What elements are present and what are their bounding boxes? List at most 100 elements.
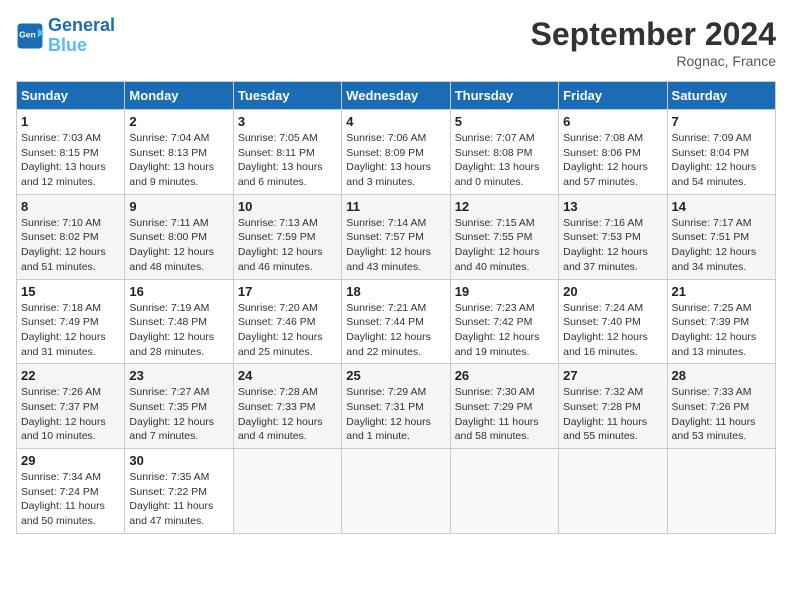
day-info: Sunrise: 7:28 AM Sunset: 7:33 PM Dayligh… [238, 385, 337, 444]
calendar-cell: 8 Sunrise: 7:10 AM Sunset: 8:02 PM Dayli… [17, 194, 125, 279]
calendar-cell: 23 Sunrise: 7:27 AM Sunset: 7:35 PM Dayl… [125, 364, 233, 449]
calendar-cell: 9 Sunrise: 7:11 AM Sunset: 8:00 PM Dayli… [125, 194, 233, 279]
day-info: Sunrise: 7:32 AM Sunset: 7:28 PM Dayligh… [563, 385, 662, 444]
day-info: Sunrise: 7:03 AM Sunset: 8:15 PM Dayligh… [21, 131, 120, 190]
calendar-cell: 14 Sunrise: 7:17 AM Sunset: 7:51 PM Dayl… [667, 194, 775, 279]
day-number: 26 [455, 368, 554, 383]
calendar-cell: 20 Sunrise: 7:24 AM Sunset: 7:40 PM Dayl… [559, 279, 667, 364]
day-info: Sunrise: 7:11 AM Sunset: 8:00 PM Dayligh… [129, 216, 228, 275]
day-number: 24 [238, 368, 337, 383]
calendar-cell: 2 Sunrise: 7:04 AM Sunset: 8:13 PM Dayli… [125, 110, 233, 195]
day-number: 16 [129, 284, 228, 299]
calendar-cell: 19 Sunrise: 7:23 AM Sunset: 7:42 PM Dayl… [450, 279, 558, 364]
day-number: 8 [21, 199, 120, 214]
day-number: 21 [672, 284, 771, 299]
calendar-body: 1 Sunrise: 7:03 AM Sunset: 8:15 PM Dayli… [17, 110, 776, 534]
day-info: Sunrise: 7:18 AM Sunset: 7:49 PM Dayligh… [21, 301, 120, 360]
calendar-cell: 26 Sunrise: 7:30 AM Sunset: 7:29 PM Dayl… [450, 364, 558, 449]
day-number: 14 [672, 199, 771, 214]
logo-line1: General [48, 15, 115, 35]
calendar-cell: 11 Sunrise: 7:14 AM Sunset: 7:57 PM Dayl… [342, 194, 450, 279]
calendar-cell [559, 449, 667, 534]
calendar-cell: 17 Sunrise: 7:20 AM Sunset: 7:46 PM Dayl… [233, 279, 341, 364]
svg-text:Gen: Gen [19, 29, 36, 39]
day-info: Sunrise: 7:23 AM Sunset: 7:42 PM Dayligh… [455, 301, 554, 360]
title-block: September 2024 Rognac, France [531, 16, 776, 69]
day-number: 20 [563, 284, 662, 299]
col-friday: Friday [559, 82, 667, 110]
day-info: Sunrise: 7:30 AM Sunset: 7:29 PM Dayligh… [455, 385, 554, 444]
day-number: 10 [238, 199, 337, 214]
calendar-week-row: 8 Sunrise: 7:10 AM Sunset: 8:02 PM Dayli… [17, 194, 776, 279]
calendar-cell: 7 Sunrise: 7:09 AM Sunset: 8:04 PM Dayli… [667, 110, 775, 195]
day-info: Sunrise: 7:13 AM Sunset: 7:59 PM Dayligh… [238, 216, 337, 275]
logo: Gen General Blue [16, 16, 115, 56]
calendar-cell: 30 Sunrise: 7:35 AM Sunset: 7:22 PM Dayl… [125, 449, 233, 534]
calendar-table: Sunday Monday Tuesday Wednesday Thursday… [16, 81, 776, 534]
day-info: Sunrise: 7:33 AM Sunset: 7:26 PM Dayligh… [672, 385, 771, 444]
calendar-cell: 22 Sunrise: 7:26 AM Sunset: 7:37 PM Dayl… [17, 364, 125, 449]
day-number: 18 [346, 284, 445, 299]
day-number: 22 [21, 368, 120, 383]
day-number: 30 [129, 453, 228, 468]
day-info: Sunrise: 7:05 AM Sunset: 8:11 PM Dayligh… [238, 131, 337, 190]
page-header: Gen General Blue September 2024 Rognac, … [16, 16, 776, 69]
day-number: 27 [563, 368, 662, 383]
day-number: 9 [129, 199, 228, 214]
day-number: 5 [455, 114, 554, 129]
day-info: Sunrise: 7:21 AM Sunset: 7:44 PM Dayligh… [346, 301, 445, 360]
calendar-cell: 16 Sunrise: 7:19 AM Sunset: 7:48 PM Dayl… [125, 279, 233, 364]
day-number: 4 [346, 114, 445, 129]
day-number: 3 [238, 114, 337, 129]
calendar-cell: 15 Sunrise: 7:18 AM Sunset: 7:49 PM Dayl… [17, 279, 125, 364]
day-number: 28 [672, 368, 771, 383]
location: Rognac, France [531, 53, 776, 69]
calendar-week-row: 22 Sunrise: 7:26 AM Sunset: 7:37 PM Dayl… [17, 364, 776, 449]
day-info: Sunrise: 7:10 AM Sunset: 8:02 PM Dayligh… [21, 216, 120, 275]
col-thursday: Thursday [450, 82, 558, 110]
day-number: 25 [346, 368, 445, 383]
day-info: Sunrise: 7:20 AM Sunset: 7:46 PM Dayligh… [238, 301, 337, 360]
calendar-header-row: Sunday Monday Tuesday Wednesday Thursday… [17, 82, 776, 110]
day-info: Sunrise: 7:34 AM Sunset: 7:24 PM Dayligh… [21, 470, 120, 529]
day-info: Sunrise: 7:24 AM Sunset: 7:40 PM Dayligh… [563, 301, 662, 360]
day-info: Sunrise: 7:27 AM Sunset: 7:35 PM Dayligh… [129, 385, 228, 444]
day-info: Sunrise: 7:09 AM Sunset: 8:04 PM Dayligh… [672, 131, 771, 190]
day-info: Sunrise: 7:19 AM Sunset: 7:48 PM Dayligh… [129, 301, 228, 360]
day-number: 19 [455, 284, 554, 299]
day-number: 12 [455, 199, 554, 214]
day-info: Sunrise: 7:25 AM Sunset: 7:39 PM Dayligh… [672, 301, 771, 360]
day-number: 2 [129, 114, 228, 129]
col-monday: Monday [125, 82, 233, 110]
day-info: Sunrise: 7:26 AM Sunset: 7:37 PM Dayligh… [21, 385, 120, 444]
calendar-cell: 13 Sunrise: 7:16 AM Sunset: 7:53 PM Dayl… [559, 194, 667, 279]
logo-text: General Blue [48, 16, 115, 56]
day-info: Sunrise: 7:14 AM Sunset: 7:57 PM Dayligh… [346, 216, 445, 275]
logo-icon: Gen [16, 22, 44, 50]
day-number: 23 [129, 368, 228, 383]
calendar-cell [342, 449, 450, 534]
day-number: 15 [21, 284, 120, 299]
day-info: Sunrise: 7:04 AM Sunset: 8:13 PM Dayligh… [129, 131, 228, 190]
day-number: 1 [21, 114, 120, 129]
day-info: Sunrise: 7:35 AM Sunset: 7:22 PM Dayligh… [129, 470, 228, 529]
calendar-cell: 27 Sunrise: 7:32 AM Sunset: 7:28 PM Dayl… [559, 364, 667, 449]
calendar-cell: 25 Sunrise: 7:29 AM Sunset: 7:31 PM Dayl… [342, 364, 450, 449]
day-info: Sunrise: 7:16 AM Sunset: 7:53 PM Dayligh… [563, 216, 662, 275]
calendar-cell [233, 449, 341, 534]
calendar-week-row: 1 Sunrise: 7:03 AM Sunset: 8:15 PM Dayli… [17, 110, 776, 195]
calendar-cell: 29 Sunrise: 7:34 AM Sunset: 7:24 PM Dayl… [17, 449, 125, 534]
calendar-cell [450, 449, 558, 534]
calendar-cell: 28 Sunrise: 7:33 AM Sunset: 7:26 PM Dayl… [667, 364, 775, 449]
day-info: Sunrise: 7:15 AM Sunset: 7:55 PM Dayligh… [455, 216, 554, 275]
day-info: Sunrise: 7:29 AM Sunset: 7:31 PM Dayligh… [346, 385, 445, 444]
logo-line2: Blue [48, 35, 87, 55]
calendar-cell: 18 Sunrise: 7:21 AM Sunset: 7:44 PM Dayl… [342, 279, 450, 364]
calendar-cell: 10 Sunrise: 7:13 AM Sunset: 7:59 PM Dayl… [233, 194, 341, 279]
day-info: Sunrise: 7:07 AM Sunset: 8:08 PM Dayligh… [455, 131, 554, 190]
calendar-week-row: 15 Sunrise: 7:18 AM Sunset: 7:49 PM Dayl… [17, 279, 776, 364]
calendar-cell: 24 Sunrise: 7:28 AM Sunset: 7:33 PM Dayl… [233, 364, 341, 449]
calendar-cell: 21 Sunrise: 7:25 AM Sunset: 7:39 PM Dayl… [667, 279, 775, 364]
calendar-cell: 1 Sunrise: 7:03 AM Sunset: 8:15 PM Dayli… [17, 110, 125, 195]
day-info: Sunrise: 7:06 AM Sunset: 8:09 PM Dayligh… [346, 131, 445, 190]
